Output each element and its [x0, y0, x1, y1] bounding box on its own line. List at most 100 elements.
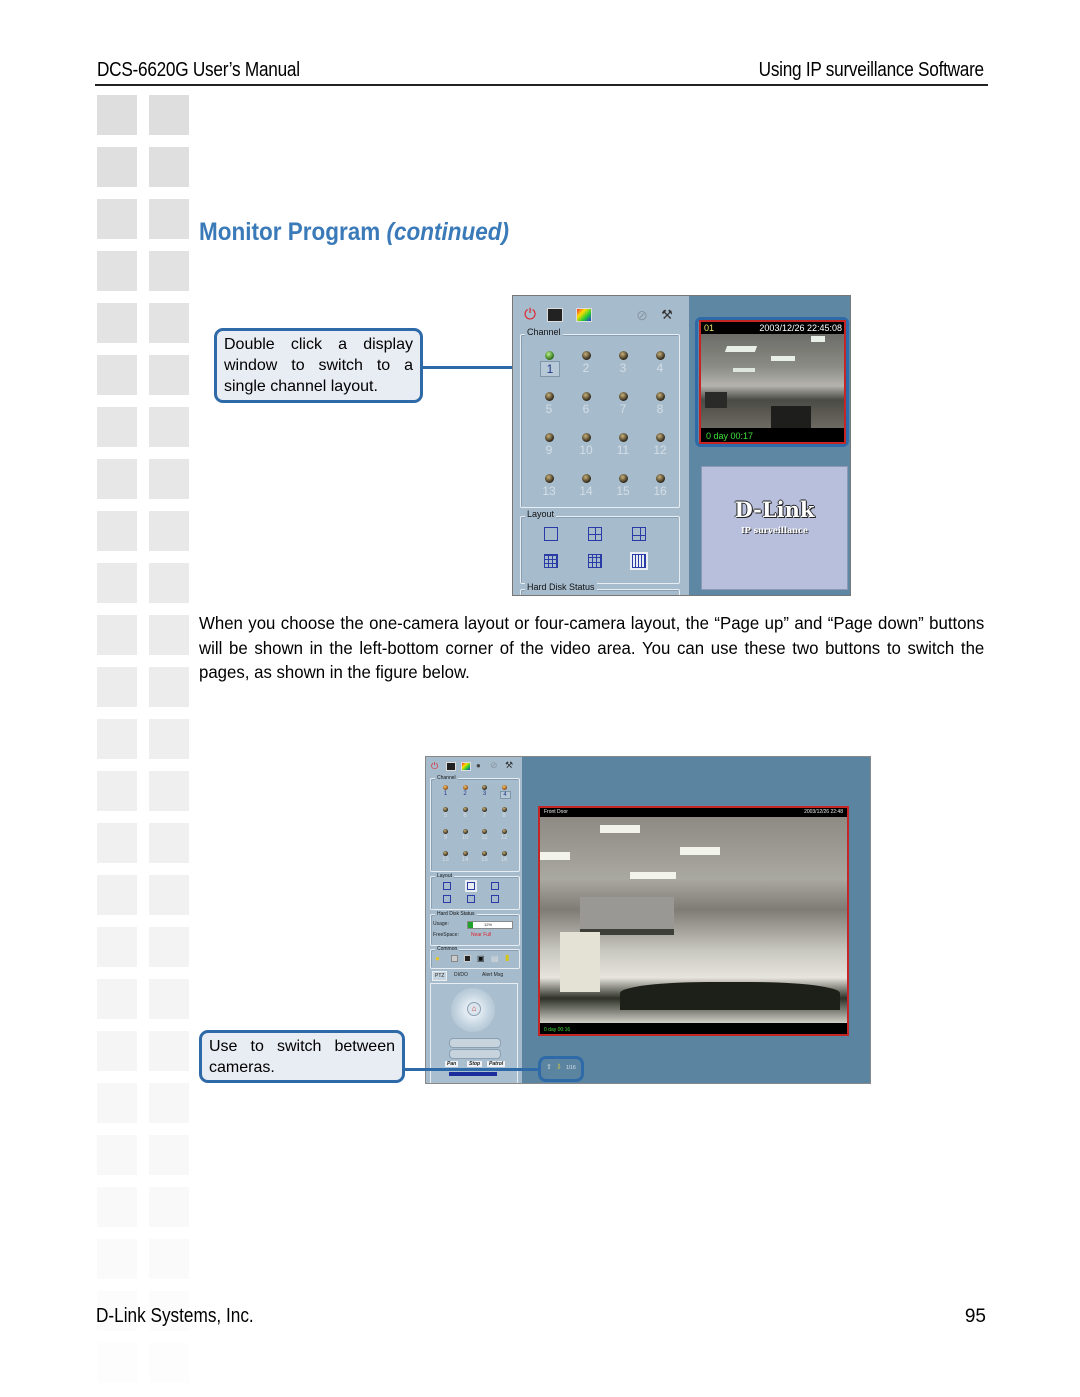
channel-status-icon[interactable] — [656, 392, 665, 401]
play-icon[interactable] — [451, 955, 458, 962]
channel-status-icon[interactable] — [582, 351, 591, 360]
color-monitor-icon[interactable] — [576, 308, 592, 322]
print-icon[interactable]: ▤ — [491, 954, 499, 963]
channel-status-icon[interactable] — [443, 829, 448, 834]
power-icon[interactable]: ⏻ — [431, 761, 438, 772]
channel-status-icon[interactable] — [462, 785, 468, 790]
monitor-icon[interactable] — [547, 308, 563, 322]
tools-icon[interactable]: ⚒ — [505, 760, 513, 771]
pan-button[interactable]: Pan — [445, 1061, 459, 1067]
delete-icon[interactable]: ▮ — [505, 953, 509, 962]
layout-9-icon[interactable] — [544, 554, 558, 568]
channel-status-icon[interactable] — [619, 392, 628, 401]
alarm-icon[interactable]: ● — [435, 954, 440, 963]
camera-icon[interactable]: ● — [476, 761, 481, 770]
channel-button-2[interactable]: 2 — [461, 791, 470, 797]
channel-button-5[interactable]: 5 — [540, 402, 558, 416]
channel-status-icon[interactable] — [443, 851, 448, 856]
channel-button-3[interactable]: 3 — [614, 361, 632, 375]
channel-status-icon[interactable] — [501, 807, 507, 812]
channel-button-9[interactable]: 9 — [441, 835, 450, 841]
channel-status-icon[interactable] — [501, 829, 507, 834]
video-window[interactable]: 01 2003/12/26 22:45:08 0 day 00:17 — [699, 320, 846, 444]
layout-13-icon[interactable] — [588, 554, 602, 568]
layout-16-icon[interactable] — [630, 552, 648, 570]
layout-16-icon[interactable] — [491, 895, 499, 903]
ptz-direction-pad[interactable]: ⌂ — [451, 988, 495, 1032]
channel-status-icon[interactable] — [501, 851, 507, 856]
channel-button-14[interactable]: 14 — [461, 857, 470, 863]
channel-button-9[interactable]: 9 — [540, 443, 558, 457]
channel-status-icon[interactable] — [582, 474, 591, 483]
channel-button-13[interactable]: 13 — [441, 857, 450, 863]
channel-status-icon[interactable] — [545, 351, 554, 360]
channel-button-15[interactable]: 15 — [480, 857, 489, 863]
layout-1-icon[interactable] — [544, 527, 558, 541]
channel-button-13[interactable]: 13 — [540, 484, 558, 498]
monitor-icon[interactable] — [446, 762, 456, 771]
channel-status-icon[interactable] — [619, 433, 628, 442]
patrol-button[interactable]: Patrol — [487, 1061, 506, 1067]
channel-button-16[interactable]: 16 — [500, 857, 509, 863]
layout-4-icon[interactable] — [465, 880, 477, 892]
channel-status-icon[interactable] — [462, 807, 468, 812]
channel-status-icon[interactable] — [656, 433, 665, 442]
layout-6-icon[interactable] — [491, 882, 499, 890]
speed-slider[interactable] — [449, 1072, 497, 1076]
tab-alert-msg[interactable]: Alert Msg — [482, 972, 503, 978]
channel-status-icon[interactable] — [619, 351, 628, 360]
channel-status-icon[interactable] — [482, 785, 487, 790]
channel-status-icon[interactable] — [482, 851, 487, 856]
channel-button-4[interactable]: 4 — [499, 791, 511, 799]
home-icon[interactable]: ⌂ — [467, 1002, 481, 1016]
channel-status-icon[interactable] — [501, 785, 507, 790]
page-up-icon[interactable]: ⇧ — [546, 1063, 552, 1071]
layout-4-icon[interactable] — [588, 527, 602, 541]
layout-13-icon[interactable] — [467, 895, 475, 903]
record-icon[interactable] — [464, 955, 471, 962]
video-window-2[interactable]: Front Door 2003/12/26 22:48 0 day 00:16 — [538, 806, 849, 1036]
channel-button-6[interactable]: 6 — [461, 813, 470, 819]
channel-button-15[interactable]: 15 — [614, 484, 632, 498]
channel-status-icon[interactable] — [462, 829, 468, 834]
disk-icon[interactable]: ⊘ — [633, 306, 651, 324]
channel-status-icon[interactable] — [656, 474, 665, 483]
layout-1-icon[interactable] — [443, 882, 451, 890]
channel-button-10[interactable]: 10 — [461, 835, 470, 841]
channel-button-8[interactable]: 8 — [500, 813, 509, 819]
channel-status-icon[interactable] — [482, 829, 487, 834]
channel-button-12[interactable]: 12 — [500, 835, 509, 841]
channel-button-14[interactable]: 14 — [577, 484, 595, 498]
channel-button-16[interactable]: 16 — [651, 484, 669, 498]
tools-icon[interactable]: ⚒ — [658, 306, 676, 324]
channel-button-3[interactable]: 3 — [480, 791, 489, 797]
channel-status-icon[interactable] — [582, 433, 591, 442]
channel-button-1[interactable]: 1 — [441, 791, 450, 797]
snapshot-icon[interactable]: ▣ — [477, 954, 485, 963]
channel-button-11[interactable]: 11 — [614, 443, 632, 457]
tab-dido[interactable]: DI/DO — [454, 972, 468, 978]
channel-status-icon[interactable] — [656, 351, 665, 360]
channel-button-7[interactable]: 7 — [480, 813, 489, 819]
channel-button-11[interactable]: 11 — [480, 835, 489, 841]
channel-status-icon[interactable] — [443, 807, 448, 812]
channel-status-icon[interactable] — [619, 474, 628, 483]
layout-6-icon[interactable] — [632, 527, 646, 541]
zoom-control[interactable] — [449, 1038, 501, 1048]
channel-status-icon[interactable] — [545, 433, 554, 442]
channel-status-icon[interactable] — [545, 474, 554, 483]
disk-icon[interactable]: ⊘ — [490, 760, 498, 771]
channel-button-7[interactable]: 7 — [614, 402, 632, 416]
channel-button-12[interactable]: 12 — [651, 443, 669, 457]
channel-button-1[interactable]: 1 — [540, 361, 560, 377]
channel-button-4[interactable]: 4 — [651, 361, 669, 375]
stop-button[interactable]: Stop — [467, 1061, 483, 1067]
page-down-icon[interactable]: ⇩ — [556, 1063, 562, 1071]
power-icon[interactable]: ⏻ — [521, 306, 539, 324]
channel-button-8[interactable]: 8 — [651, 402, 669, 416]
tab-ptz[interactable]: PTZ — [432, 971, 448, 981]
color-monitor-icon[interactable] — [461, 762, 471, 771]
channel-status-icon[interactable] — [462, 851, 468, 856]
channel-button-6[interactable]: 6 — [577, 402, 595, 416]
channel-button-10[interactable]: 10 — [577, 443, 595, 457]
